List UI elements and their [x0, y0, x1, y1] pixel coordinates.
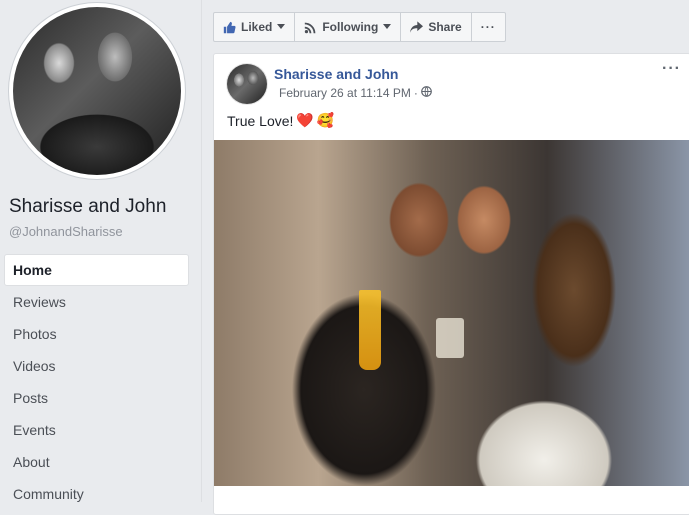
page-name[interactable]: Sharisse and John	[9, 196, 166, 218]
liked-label: Liked	[241, 20, 273, 34]
following-button[interactable]: Following	[295, 13, 402, 41]
champagne-glass	[359, 290, 381, 370]
left-column: Sharisse and John @JohnandSharisse Home …	[0, 0, 202, 502]
nav-item-posts[interactable]: Posts	[4, 382, 189, 414]
page-handle[interactable]: @JohnandSharisse	[9, 224, 123, 239]
post-photo[interactable]	[214, 140, 689, 486]
globe-icon	[420, 86, 432, 100]
post-author-name[interactable]: Sharisse and John	[274, 66, 398, 82]
share-button[interactable]: Share	[401, 13, 472, 41]
rss-icon	[304, 21, 317, 34]
post-time-separator: ·	[413, 86, 418, 100]
post-text: True Love! ❤️ 🥰	[227, 112, 334, 129]
nav-item-home[interactable]: Home	[4, 254, 189, 286]
profile-picture[interactable]	[13, 7, 181, 175]
post-card: Sharisse and John February 26 at 11:14 P…	[213, 53, 689, 515]
post-timestamp: February 26 at 11:14 PM ·	[279, 86, 432, 100]
post-time-text[interactable]: February 26 at 11:14 PM	[279, 86, 411, 100]
nav-item-about[interactable]: About	[4, 446, 189, 478]
share-label: Share	[428, 20, 462, 34]
smiling-face-with-hearts-icon: 🥰	[316, 112, 335, 128]
thumbs-up-icon	[223, 21, 236, 34]
more-options-button[interactable]: ···	[472, 13, 505, 41]
more-dots-icon: ···	[480, 20, 496, 34]
chevron-down-icon	[383, 24, 392, 30]
share-arrow-icon	[410, 21, 424, 33]
heart-icon: ❤️	[296, 112, 314, 128]
nav-item-events[interactable]: Events	[4, 414, 189, 446]
post-options-button[interactable]: ···	[662, 60, 681, 78]
page-nav: Home Reviews Photos Videos Posts Events …	[4, 254, 189, 510]
page-action-bar: Liked Following Share ···	[213, 12, 506, 42]
drink-glass	[436, 318, 464, 358]
post-message: True Love!	[227, 112, 294, 129]
nav-item-community[interactable]: Community	[4, 478, 189, 510]
nav-item-photos[interactable]: Photos	[4, 318, 189, 350]
following-label: Following	[322, 20, 379, 34]
liked-button[interactable]: Liked	[214, 13, 296, 41]
nav-item-videos[interactable]: Videos	[4, 350, 189, 382]
nav-item-reviews[interactable]: Reviews	[4, 286, 189, 318]
profile-picture-frame[interactable]	[9, 3, 185, 179]
post-author-avatar[interactable]	[227, 64, 267, 104]
chevron-down-icon	[277, 24, 286, 30]
